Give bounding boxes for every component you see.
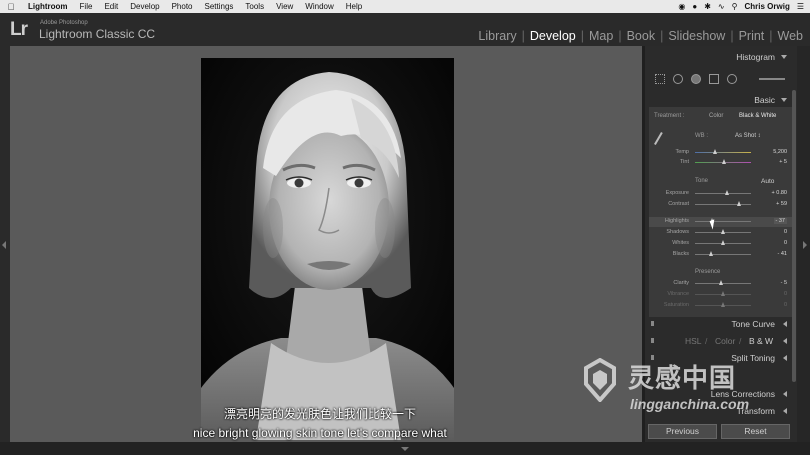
slider-vibrance: Vibrance 0 [667, 291, 787, 297]
module-map[interactable]: Map [588, 29, 614, 43]
wb-label: WB : [695, 133, 708, 139]
wifi-icon[interactable]: ∿ [718, 2, 725, 11]
portrait-image [201, 58, 454, 440]
watermark-en-text: lingganchina.com [630, 396, 750, 412]
collapse-icon [781, 55, 787, 59]
presence-label: Presence [695, 269, 721, 275]
mac-menu-bar:  Lightroom File Edit Develop Photo Sett… [0, 0, 810, 13]
filmstrip-toggle-icon[interactable] [401, 447, 409, 451]
spot-removal-icon[interactable] [673, 74, 683, 84]
radial-filter-icon[interactable] [727, 74, 737, 84]
identity-bar: Lr Adobe Photoshop Lightroom Classic CC … [0, 13, 810, 46]
slider-highlights[interactable]: Highlights - 37 [649, 217, 793, 227]
expand-icon [783, 321, 787, 327]
slider-knob[interactable] [709, 251, 714, 256]
slider-knob[interactable] [718, 280, 723, 285]
menu-develop[interactable]: Develop [124, 2, 165, 11]
slider-knob[interactable] [737, 201, 742, 206]
notification-icon[interactable]: ☰ [797, 2, 804, 11]
watermark-cn-text: 灵感中国 [628, 363, 737, 393]
eyedropper-icon[interactable] [654, 131, 668, 149]
slider-knob [720, 291, 725, 296]
module-picker: Library | Develop | Map | Book | Slidesh… [477, 29, 804, 43]
slider-knob[interactable] [720, 240, 725, 245]
slider-clarity[interactable]: Clarity - 5 [649, 279, 793, 289]
adjustment-brush-icon[interactable] [759, 78, 785, 80]
identity-app-name: Lightroom Classic CC [39, 27, 156, 41]
menu-photo[interactable]: Photo [166, 2, 199, 11]
basic-panel: Treatment : Color Black & White WB : As … [649, 107, 793, 317]
right-panel-scrollbar[interactable] [792, 90, 796, 382]
search-icon[interactable]: ⚲ [732, 2, 738, 11]
user-name[interactable]: Chris Orwig [744, 2, 789, 11]
reset-button[interactable]: Reset [721, 424, 790, 439]
bw-tab[interactable]: B & W [749, 336, 773, 346]
treatment-black-white[interactable]: Black & White [739, 113, 776, 119]
collapse-icon [781, 98, 787, 102]
panel-switch-icon[interactable] [651, 338, 654, 343]
hsl-tab[interactable]: HSL [685, 336, 702, 346]
slider-saturation: Saturation 0 [663, 302, 787, 308]
slider-shadows[interactable]: Shadows 0 [649, 228, 793, 238]
watermark-logo-icon [584, 358, 616, 402]
slider-exposure[interactable]: Exposure + 0.80 [649, 189, 793, 199]
red-eye-icon[interactable] [691, 74, 701, 84]
subtitle-english: nice bright glowing skin tone let's comp… [193, 426, 447, 440]
module-develop[interactable]: Develop [529, 29, 577, 43]
lightroom-window:  Lightroom File Edit Develop Photo Sett… [0, 0, 810, 455]
menu-settings[interactable]: Settings [199, 2, 240, 11]
menu-app[interactable]: Lightroom [22, 2, 74, 11]
slider-knob [720, 302, 725, 307]
module-print[interactable]: Print [738, 29, 766, 43]
menu-tools[interactable]: Tools [239, 2, 270, 11]
menu-view[interactable]: View [270, 2, 299, 11]
left-panel-toggle-icon[interactable] [2, 241, 6, 249]
bluetooth-icon[interactable]: ✱ [704, 2, 711, 11]
slider-knob[interactable] [712, 149, 717, 154]
module-web[interactable]: Web [777, 29, 804, 43]
slider-tint[interactable]: Tint + 5 [649, 158, 793, 168]
slider-temp[interactable]: Temp 5,200 [649, 148, 793, 158]
slider-whites[interactable]: Whites 0 [649, 239, 793, 249]
apple-icon[interactable]:  [0, 2, 22, 12]
status-icon[interactable]: ● [692, 2, 697, 11]
creative-cloud-icon[interactable]: ◉ [678, 2, 685, 11]
slider-knob[interactable] [721, 159, 726, 164]
previous-button[interactable]: Previous [648, 424, 717, 439]
treatment-label: Treatment : [654, 113, 685, 119]
basic-header[interactable]: Basic [645, 92, 797, 108]
right-panel-toggle-icon[interactable] [803, 241, 807, 249]
crop-tool-icon[interactable] [655, 74, 665, 84]
auto-button[interactable]: Auto [761, 178, 774, 185]
subtitle-chinese: 漂亮明亮的发光肤色让我们比较一下 [223, 407, 416, 421]
menu-edit[interactable]: Edit [98, 2, 124, 11]
lightroom-logo-icon: Lr [10, 19, 28, 40]
menu-help[interactable]: Help [340, 2, 368, 11]
module-library[interactable]: Library [477, 29, 517, 43]
tone-curve-header[interactable]: Tone Curve [645, 316, 797, 332]
module-book[interactable]: Book [626, 29, 657, 43]
slider-blacks[interactable]: Blacks - 41 [649, 250, 793, 260]
tone-label: Tone [695, 178, 709, 184]
identity-small-text: Adobe Photoshop [40, 20, 88, 26]
slider-knob[interactable] [720, 229, 725, 234]
wb-select[interactable]: As Shot ↕ [735, 133, 761, 139]
expand-icon [783, 338, 787, 344]
tool-strip [651, 72, 791, 86]
histogram-header[interactable]: Histogram [645, 49, 797, 65]
graduated-filter-icon[interactable] [709, 74, 719, 84]
hsl-header[interactable]: HSL / Color / B & W [645, 333, 797, 349]
panel-switch-icon[interactable] [651, 321, 654, 326]
menu-file[interactable]: File [74, 2, 99, 11]
treatment-color[interactable]: Color [709, 113, 723, 119]
portrait-photo[interactable] [201, 58, 454, 440]
color-tab[interactable]: Color [715, 336, 735, 346]
slider-contrast[interactable]: Contrast + 59 [649, 200, 793, 210]
slider-knob[interactable] [724, 190, 729, 195]
menu-window[interactable]: Window [299, 2, 339, 11]
module-slideshow[interactable]: Slideshow [667, 29, 726, 43]
